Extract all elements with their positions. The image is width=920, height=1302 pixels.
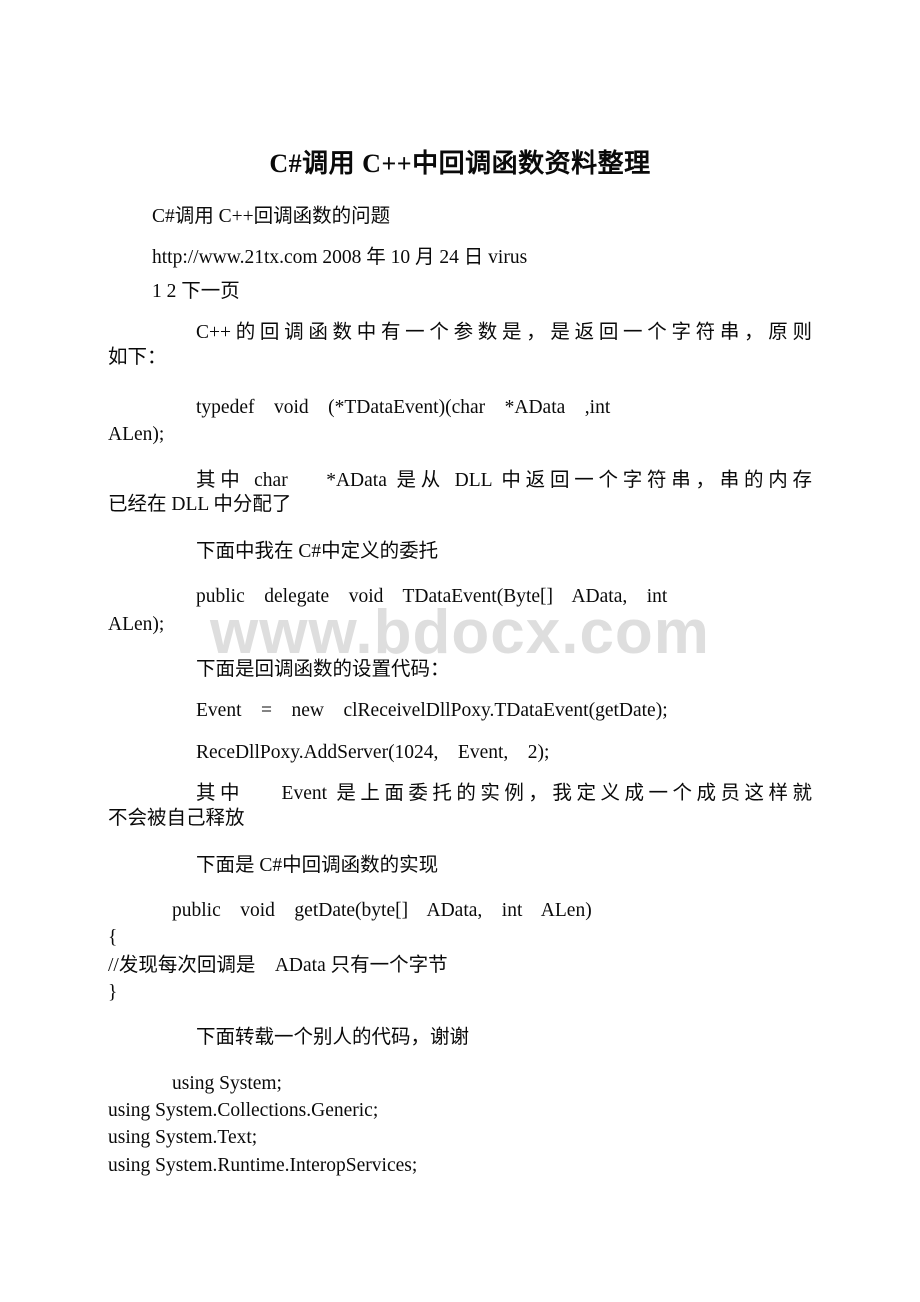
code-delegate: public delegate void TDataEvent(Byte[] A… (108, 583, 812, 638)
paragraph-char-adata: 其中 char *AData 是从 DLL 中返回一个字符串，串的内存 已经在 … (108, 471, 812, 520)
code-typedef-line-1: typedef void (*TDataEvent)(char *AData ,… (196, 397, 611, 419)
code-getdate-comment: //发现每次回调是 AData 只有一个字节 (108, 954, 448, 976)
code-using-block: using System; using System.Collections.G… (108, 1070, 812, 1179)
code-delegate-line-2: ALen); (108, 613, 165, 635)
code-using-collections-generic: using System.Collections.Generic; (108, 1100, 379, 1122)
code-using-text: using System.Text; (108, 1127, 258, 1149)
paragraph-intro-line-1: C++的回调函数中有一个参数是，是返回一个字符串，原则 (196, 322, 812, 343)
paragraph-event-member-line-2: 不会被自己释放 (108, 807, 245, 829)
code-delegate-line-1: public delegate void TDataEvent(Byte[] A… (196, 586, 668, 608)
paragraph-event-member-line-1: 其中 Event 是上面委托的实例，我定义成一个成员这样就 (196, 783, 812, 805)
document-content: C#调用 C++中回调函数资料整理 C#调用 C++回调函数的问题 http:/… (108, 0, 812, 1179)
heading-reposted-code: 下面转载一个别人的代码，谢谢 (196, 1027, 470, 1049)
code-typedef: typedef void (*TDataEvent)(char *AData ,… (108, 394, 812, 449)
code-event-assignment: Event = new clReceivelDllPoxy.TDataEvent… (196, 700, 668, 722)
pager-line: 1 2 下一页 (152, 280, 240, 302)
subtitle-line: C#调用 C++回调函数的问题 (152, 205, 391, 227)
code-getdate-brace-open: { (108, 927, 118, 949)
document-page: www.bdocx.com C#调用 C++中回调函数资料整理 C#调用 C++… (0, 0, 920, 1302)
paragraph-char-adata-line-2: 已经在 DLL 中分配了 (108, 494, 292, 516)
code-getdate-brace-close: } (108, 981, 118, 1003)
code-using-system: using System; (172, 1072, 282, 1094)
paragraph-event-member: 其中 Event 是上面委托的实例，我定义成一个成员这样就 不会被自己释放 (108, 784, 812, 833)
code-using-runtime-interopservices: using System.Runtime.InteropServices; (108, 1154, 418, 1176)
code-typedef-line-2: ALen); (108, 424, 165, 446)
heading-callback-implementation: 下面是 C#中回调函数的实现 (196, 854, 439, 876)
code-getdate-signature: public void getDate(byte[] AData, int AL… (172, 900, 592, 922)
paragraph-intro: C++的回调函数中有一个参数是，是返回一个字符串，原则 如下： (108, 323, 812, 372)
page-title: C#调用 C++中回调函数资料整理 (269, 149, 651, 178)
paragraph-char-adata-line-1: 其中 char *AData 是从 DLL 中返回一个字符串，串的内存 (196, 469, 812, 491)
heading-setup-code: 下面是回调函数的设置代码： (196, 658, 450, 680)
paragraph-intro-line-2: 如下： (108, 346, 167, 368)
heading-delegate-definition: 下面中我在 C#中定义的委托 (196, 540, 439, 562)
code-addserver-call: ReceDllPoxy.AddServer(1024, Event, 2); (196, 741, 550, 763)
code-getdate-block: public void getDate(byte[] AData, int AL… (108, 897, 812, 1006)
source-line: http://www.21tx.com 2008 年 10 月 24 日 vir… (152, 247, 528, 268)
